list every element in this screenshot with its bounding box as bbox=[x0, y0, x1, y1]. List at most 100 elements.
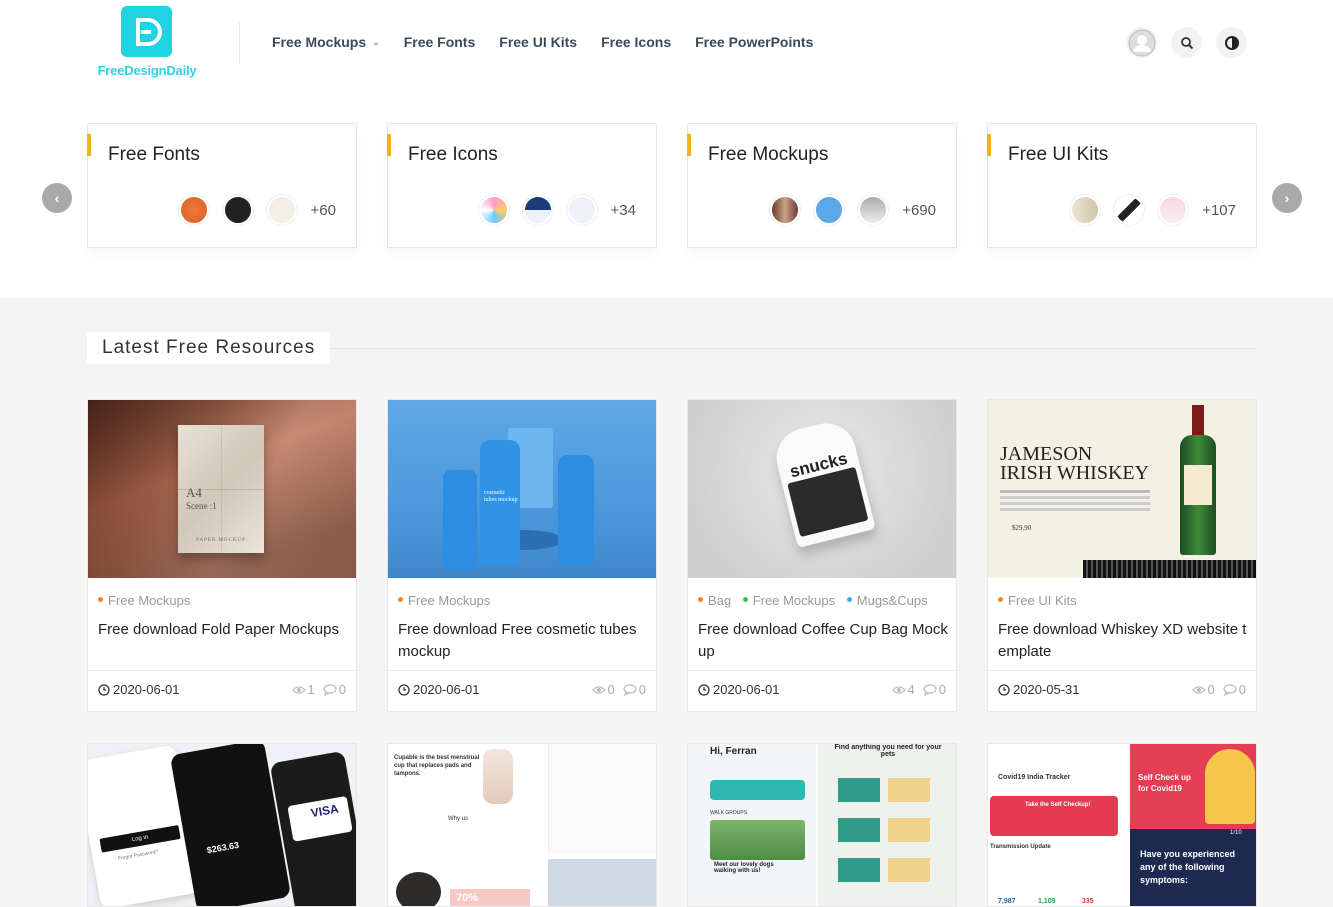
checkup-banner: Take the Self Checkup! bbox=[990, 796, 1118, 836]
resource-meta: 2020-06-01 1 0 bbox=[88, 670, 356, 710]
thumb-image bbox=[1114, 195, 1145, 225]
resource-stats: 1 0 bbox=[284, 682, 346, 697]
nav-item-label: Free PowerPoints bbox=[695, 34, 814, 50]
nav-item-free-fonts[interactable]: Free Fonts bbox=[404, 34, 476, 50]
comment-count: 0 bbox=[623, 682, 646, 697]
resource-date: 2020-05-31 bbox=[998, 682, 1080, 697]
price-label: $29.90 bbox=[1012, 524, 1032, 532]
preview-text: Log in bbox=[99, 824, 181, 853]
category-card-free-fonts[interactable]: Free Fonts +60 bbox=[87, 123, 357, 248]
preview-text: Find anything you need for your pets bbox=[834, 744, 942, 758]
category-tag[interactable]: Free UI Kits bbox=[998, 593, 1077, 608]
resource-image[interactable]: snucks bbox=[688, 400, 956, 578]
resource-title[interactable]: Free download Fold Paper Mockups bbox=[98, 619, 350, 641]
tube: cosmetic tubes mockup bbox=[480, 440, 520, 565]
category-tag-label: Free Mockups bbox=[408, 593, 491, 608]
resource-title[interactable]: Free download Whiskey XD website templat… bbox=[998, 619, 1250, 663]
whiskey-heading: JAMESON IRISH WHISKEY bbox=[1000, 444, 1149, 483]
resource-image[interactable]: JAMESON IRISH WHISKEY $29.90 bbox=[988, 400, 1256, 578]
nav-item-free-ui-kits[interactable]: Free UI Kits bbox=[499, 34, 577, 50]
category-title: Free Icons bbox=[408, 144, 498, 165]
resource-date: 2020-06-01 bbox=[698, 682, 780, 697]
category-title: Free Mockups bbox=[708, 144, 829, 165]
clock-icon bbox=[698, 683, 710, 696]
resource-card[interactable]: snucks Bag Free Mockups Mugs&Cups Free d… bbox=[687, 399, 957, 712]
site-logo[interactable]: FreeDesignDaily bbox=[86, 6, 208, 80]
card-accent bbox=[387, 134, 391, 156]
nav-item-label: Free Mockups bbox=[272, 34, 367, 50]
category-count: +60 bbox=[310, 201, 336, 219]
resource-title[interactable]: Free download Coffee Cup Bag Mockup bbox=[698, 619, 950, 663]
resource-title[interactable]: Free download Free cosmetic tubes mockup bbox=[398, 619, 650, 663]
preview-text: 70% bbox=[450, 889, 530, 906]
nav-item-label: Free UI Kits bbox=[499, 34, 578, 50]
resource-card[interactable]: JAMESON IRISH WHISKEY $29.90 Free UI Kit… bbox=[987, 399, 1257, 712]
resource-card-preview[interactable]: Hi, Ferran WALK GROUPS Meet our lovely d… bbox=[687, 743, 957, 907]
preview-text: Forgot Password? bbox=[117, 848, 159, 862]
thumb-image bbox=[1070, 195, 1101, 225]
preview-text: WALK GROUPS bbox=[710, 810, 748, 816]
category-tag[interactable]: Mugs&Cups bbox=[846, 593, 928, 608]
eye-icon bbox=[891, 685, 906, 694]
dot-icon bbox=[742, 597, 748, 603]
search-button[interactable] bbox=[1171, 27, 1202, 58]
theme-toggle-button[interactable] bbox=[1216, 27, 1247, 58]
thumb-image bbox=[178, 195, 209, 225]
tube-label: cosmetic tubes mockup bbox=[484, 490, 518, 503]
bottle-label bbox=[1184, 465, 1212, 505]
thumb-image bbox=[478, 195, 509, 225]
category-tag[interactable]: Free Mockups bbox=[98, 593, 190, 608]
preview-text: Why us bbox=[448, 816, 469, 822]
preview-text: VISA bbox=[287, 795, 353, 842]
user-button[interactable] bbox=[1126, 27, 1157, 58]
category-tag[interactable]: Free Mockups bbox=[398, 593, 490, 608]
resource-card-preview[interactable]: Covid19 India Tracker Take the Self Chec… bbox=[987, 743, 1257, 907]
nav-item-free-icons[interactable]: Free Icons bbox=[601, 34, 671, 50]
thumb-image bbox=[770, 195, 801, 225]
comments-text: 0 bbox=[938, 682, 946, 697]
site-header: FreeDesignDaily Free Mockups ⌄ Free Fonts… bbox=[0, 0, 1333, 93]
category-count: +690 bbox=[902, 201, 936, 219]
category-thumbs: +34 bbox=[465, 195, 636, 225]
category-card-free-icons[interactable]: Free Icons +34 bbox=[387, 123, 657, 248]
category-card-free-ui-kits[interactable]: Free UI Kits +107 bbox=[987, 123, 1257, 248]
category-tag-label: Mugs&Cups bbox=[856, 593, 928, 608]
chevron-down-icon: ⌄ bbox=[372, 36, 380, 47]
nav-item-free-powerpoints[interactable]: Free PowerPoints bbox=[695, 34, 813, 50]
clock-icon bbox=[98, 683, 110, 696]
resource-image[interactable]: A4 Scene :1 PAPER MOCKUP bbox=[88, 400, 356, 578]
thumb-image bbox=[222, 195, 253, 225]
resource-card-preview[interactable]: Log in Forgot Password? $263.63 VISA bbox=[87, 743, 357, 907]
section-title: Latest Free Resources bbox=[87, 332, 331, 364]
paper-label: Scene :1 bbox=[186, 501, 217, 511]
category-tag[interactable]: Free Mockups bbox=[742, 593, 835, 608]
app-screen: Hi, Ferran WALK GROUPS Meet our lovely d… bbox=[688, 744, 816, 906]
category-thumbs: +107 bbox=[1056, 195, 1236, 225]
resource-categories: Bag Free Mockups Mugs&Cups bbox=[698, 593, 936, 608]
preview-number: 335 bbox=[1082, 898, 1094, 905]
category-count: +107 bbox=[1202, 201, 1236, 219]
card-accent bbox=[87, 134, 91, 156]
category-thumbs: +690 bbox=[756, 195, 936, 225]
resource-date: 2020-06-01 bbox=[398, 682, 480, 697]
logo-mark-icon bbox=[121, 6, 172, 57]
carousel-next-button[interactable]: › bbox=[1272, 183, 1302, 213]
preview-text: Meet our lovely dogs walking with us! bbox=[714, 862, 774, 874]
resource-meta: 2020-06-01 0 0 bbox=[388, 670, 656, 710]
resource-card[interactable]: cosmetic tubes mockup Free Mockups Free … bbox=[387, 399, 657, 712]
thumb-image bbox=[566, 195, 597, 225]
category-card-free-mockups[interactable]: Free Mockups +690 bbox=[687, 123, 957, 248]
thumb-image bbox=[814, 195, 845, 225]
person-illustration bbox=[1205, 749, 1255, 824]
preview-text: $263.63 bbox=[206, 839, 240, 856]
resource-card-preview[interactable]: Cupable is the best menstrual cup that r… bbox=[387, 743, 657, 907]
resource-stats: 0 0 bbox=[1184, 682, 1246, 697]
category-tag[interactable]: Bag bbox=[698, 593, 731, 608]
nav-item-free-mockups[interactable]: Free Mockups ⌄ bbox=[272, 34, 380, 50]
resource-image[interactable]: cosmetic tubes mockup bbox=[388, 400, 656, 578]
carousel-prev-button[interactable]: ‹ bbox=[42, 183, 72, 213]
resource-card[interactable]: A4 Scene :1 PAPER MOCKUP Free Mockups Fr… bbox=[87, 399, 357, 712]
thumb-image bbox=[858, 195, 889, 225]
teal-banner bbox=[710, 780, 805, 800]
category-thumbs: +60 bbox=[165, 195, 336, 225]
